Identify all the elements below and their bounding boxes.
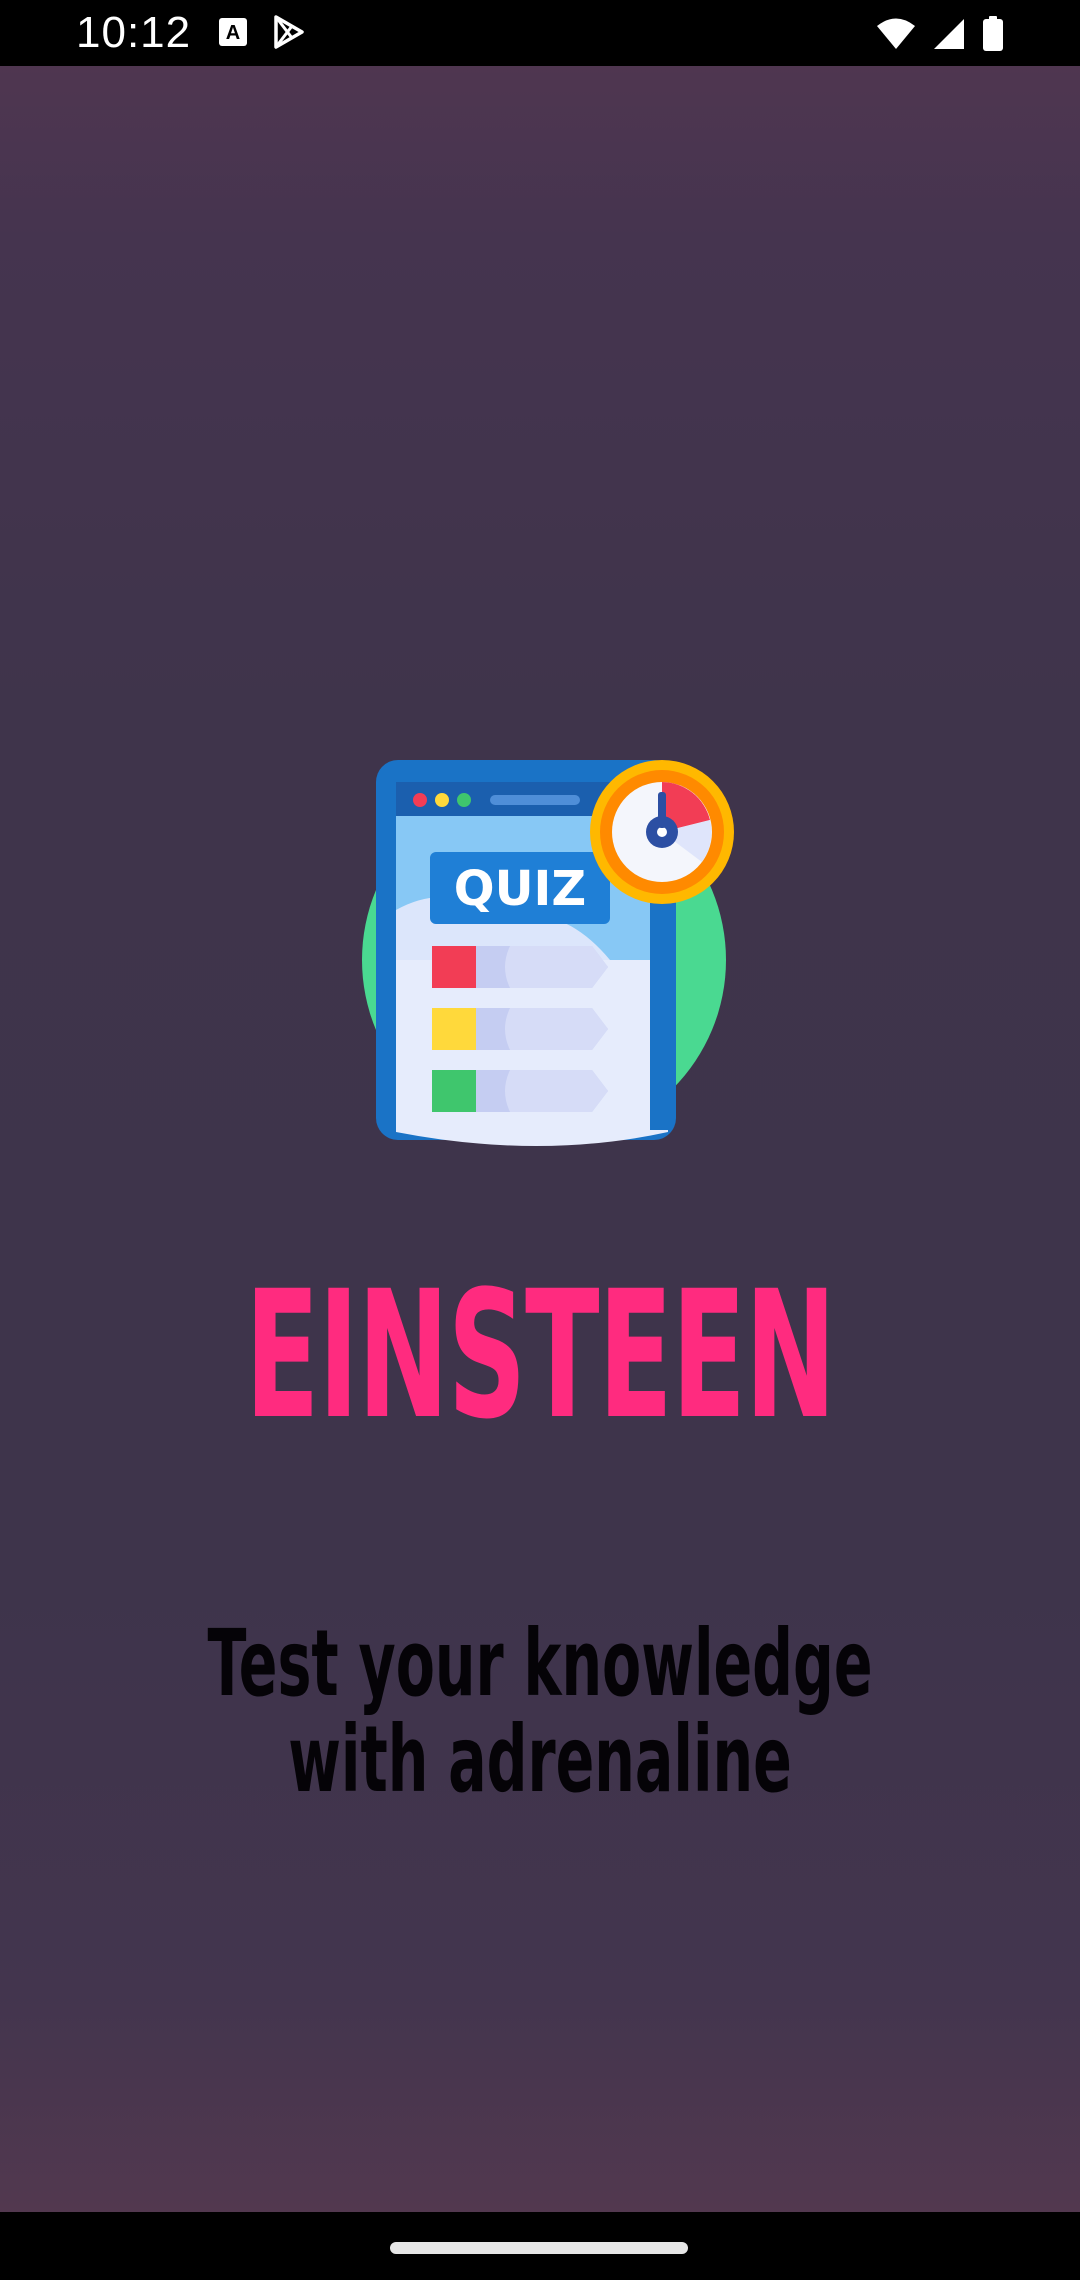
status-bar: 10:12 A bbox=[0, 0, 1080, 66]
status-system-icons bbox=[876, 16, 1004, 57]
app-body: QUIZ EINSTEEN Test your knowledge with a… bbox=[0, 66, 1080, 2212]
quiz-logo: QUIZ bbox=[360, 760, 740, 1146]
navigation-bar bbox=[0, 2212, 1080, 2280]
splash-screen: 10:12 A QUIZ EINSTEEN Test your knowledg… bbox=[0, 0, 1080, 2280]
app-title: EINSTEEN bbox=[245, 1253, 836, 1458]
quiz-logo-label: QUIZ bbox=[454, 861, 586, 917]
battery-icon bbox=[982, 16, 1004, 57]
tagline-line-1: Test your knowledge bbox=[207, 1610, 873, 1717]
play-store-icon bbox=[270, 14, 306, 55]
translate-icon: A bbox=[218, 17, 248, 52]
status-notification-icons: A bbox=[218, 14, 306, 55]
tagline: Test your knowledge with adrenaline bbox=[205, 1616, 875, 1808]
status-time: 10:12 bbox=[76, 8, 192, 57]
wifi-icon bbox=[876, 17, 916, 56]
home-gesture-handle[interactable] bbox=[390, 2242, 688, 2254]
cellular-signal-icon bbox=[932, 17, 966, 56]
svg-text:A: A bbox=[226, 22, 240, 44]
tagline-line-2: with adrenaline bbox=[288, 1706, 792, 1813]
